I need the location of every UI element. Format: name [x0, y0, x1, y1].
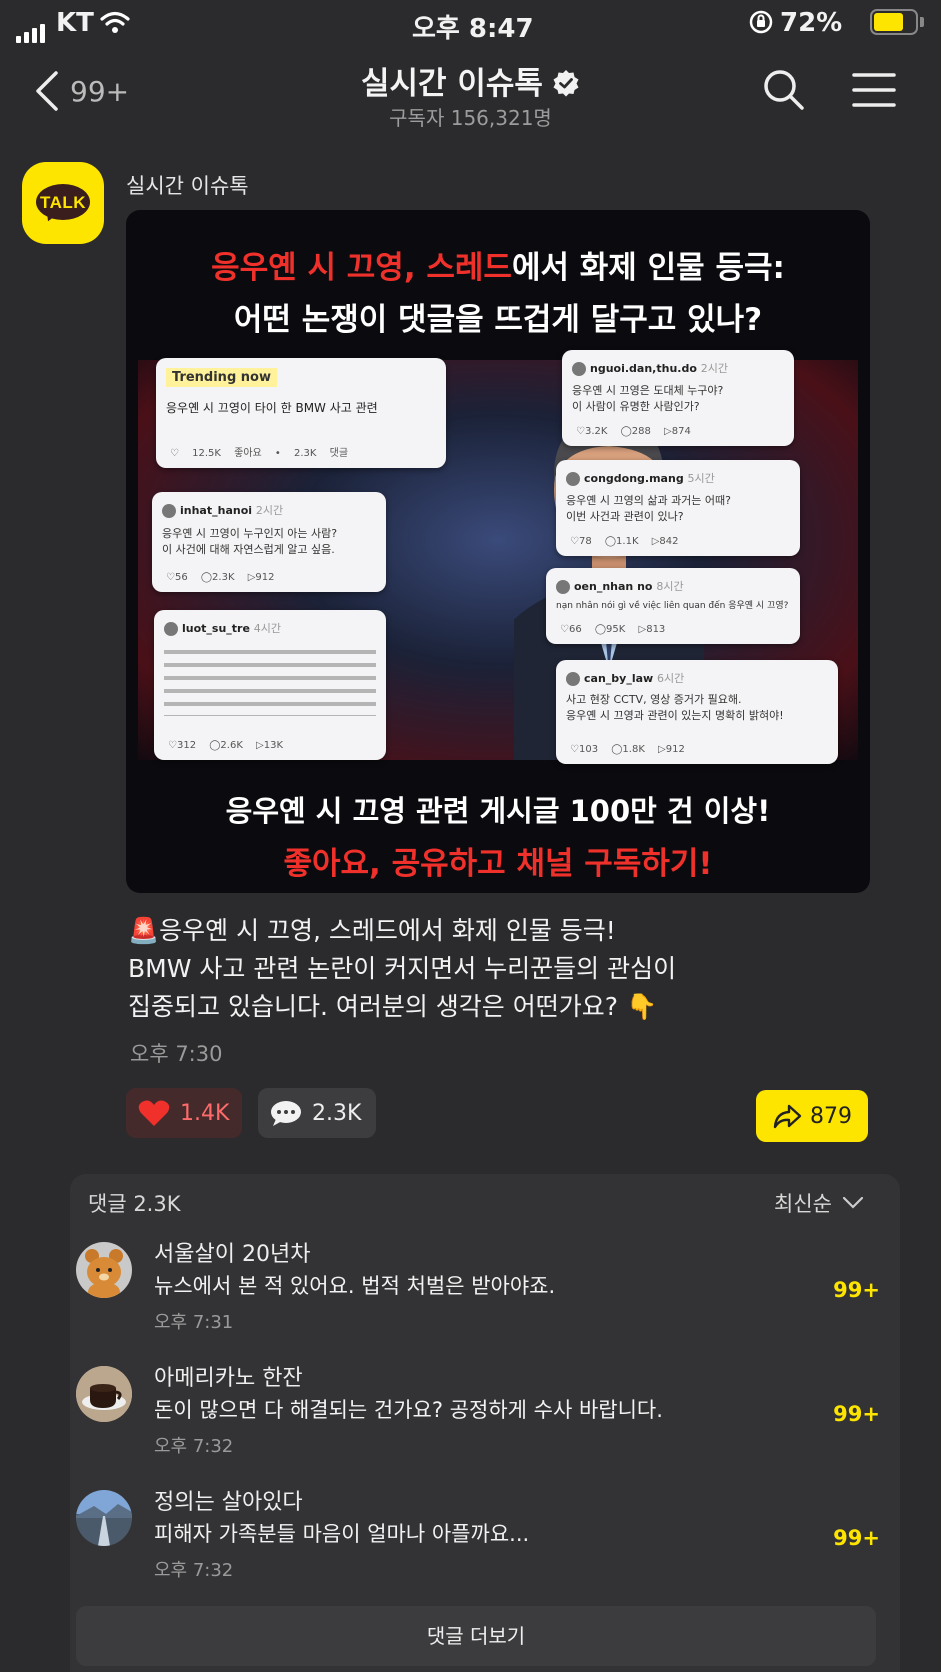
post-time: 오후 7:30 — [130, 1042, 223, 1066]
trending-tag: Trending now — [166, 368, 277, 387]
like-count: 1.4K — [180, 1100, 230, 1126]
battery-icon — [870, 9, 918, 35]
mini-post: luot_su_tre 4시간 ♡312 ◯2.6K ▷13K — [154, 610, 386, 760]
menu-icon[interactable] — [852, 72, 896, 108]
reply-count[interactable]: 99+ — [833, 1402, 880, 1426]
status-bar: KT 오후 8:47 72% — [0, 0, 941, 46]
sort-dropdown[interactable]: 최신순 — [774, 1188, 864, 1218]
trending-stats: ♡ 12.5K 좋아요 • 2.3K 댓글 — [170, 448, 349, 459]
post-caption: 🚨응우옌 시 끄영, 스레드에서 화제 인물 등극! BMW 사고 관련 논란이… — [128, 916, 677, 1021]
comment-time: 오후 7:31 — [154, 1312, 234, 1333]
comment-text: 돈이 많으면 다 해결되는 건가요? 공정하게 수사 바랍니다. — [154, 1398, 663, 1422]
comment-time: 오후 7:32 — [154, 1436, 234, 1457]
share-arrow-icon — [773, 1104, 802, 1129]
mini-post: nguoi.dan,thu.do 2시간 응우옌 시 끄영은 도대체 누구야? … — [562, 350, 794, 446]
trending-text: 응우옌 시 끄영이 타이 한 BMW 사고 관련 — [166, 401, 378, 415]
commenter-name: 정의는 살아있다 — [154, 1490, 303, 1515]
road-avatar — [76, 1490, 132, 1546]
share-count: 879 — [810, 1103, 852, 1129]
battery-percent: 72% — [780, 8, 843, 38]
trending-card: Trending now 응우옌 시 끄영이 타이 한 BMW 사고 관련 ♡ … — [156, 358, 446, 468]
reply-count[interactable]: 99+ — [833, 1526, 880, 1550]
headline-red: 응우옌 시 끄영, 스레드 — [211, 250, 512, 286]
channel-avatar[interactable]: TALK — [22, 162, 104, 244]
comment-text: 피해자 가족분들 마음이 얼마나 아플까요... — [154, 1522, 530, 1546]
comment-text: 뉴스에서 본 적 있어요. 법적 처벌은 받아야죠. — [154, 1274, 556, 1298]
channel-header: 99+ 실시간 이슈톡 구독자 156,321명 — [0, 52, 941, 140]
coffee-avatar — [76, 1366, 132, 1422]
post-image[interactable]: 응우옌 시 끄영, 스레드에서 화제 인물 등극: 어떤 논쟁이 댓글을 뜨겁게… — [126, 210, 870, 893]
channel-title: 실시간 이슈톡 — [360, 66, 543, 102]
comment-time: 오후 7:32 — [154, 1560, 234, 1581]
headline-white: 에서 화제 인물 등극: — [511, 250, 785, 286]
mini-post: inhat_hanoi 2시간 응우옌 시 끄영이 누구인지 아는 사람? 이 … — [152, 492, 386, 592]
comment-count: 2.3K — [312, 1100, 362, 1126]
verified-badge-icon — [553, 70, 579, 97]
like-button[interactable]: 1.4K — [126, 1088, 242, 1138]
wifi-icon — [100, 11, 130, 33]
chevron-down-icon — [842, 1196, 864, 1209]
comment-bubble-icon — [271, 1101, 301, 1126]
carrier: KT — [56, 8, 94, 38]
reply-count[interactable]: 99+ — [833, 1278, 880, 1302]
comments-header: 댓글 2.3K — [88, 1192, 181, 1216]
post-author[interactable]: 실시간 이슈톡 — [126, 170, 249, 200]
comment-item[interactable]: 서울살이 20년차 뉴스에서 본 적 있어요. 법적 처벌은 받아야죠. 오후 … — [70, 1236, 900, 1346]
card-bottom-line1: 응우옌 시 끄영 관련 게시글 100만 건 이상! — [225, 794, 771, 828]
mini-post: oen_nhan no 8시간 nạn nhân nói gì về việc … — [546, 568, 800, 644]
kakaotalk-logo: TALK — [39, 193, 87, 212]
siren-icon: 🚨 — [128, 916, 160, 945]
commenter-name: 아메리카노 한잔 — [154, 1366, 303, 1391]
mini-post: congdong.mang 5시간 응우옌 시 끄영의 삶과 과거는 어때? 이… — [556, 460, 800, 556]
search-icon[interactable] — [762, 68, 806, 112]
orientation-lock-icon — [749, 10, 773, 34]
bear-avatar — [76, 1242, 132, 1298]
blurred-text — [164, 646, 376, 716]
comment-button[interactable]: 2.3K — [258, 1088, 376, 1138]
mini-post: can_by_law 6시간 사고 현장 CCTV, 영상 증거가 필요해. 응… — [556, 660, 838, 764]
card-bottom-line2: 좋아요, 공유하고 채널 구독하기! — [283, 846, 713, 882]
clock: 오후 8:47 — [412, 14, 534, 44]
comment-item[interactable]: 정의는 살아있다 피해자 가족분들 마음이 얼마나 아플까요... 오후 7:3… — [70, 1484, 900, 1594]
commenter-name: 서울살이 20년차 — [154, 1242, 311, 1267]
headline-line2: 어떤 논쟁이 댓글을 뜨겁게 달구고 있나? — [233, 302, 763, 338]
share-button[interactable]: 879 — [756, 1090, 868, 1142]
comment-item[interactable]: 아메리카노 한잔 돈이 많으면 다 해결되는 건가요? 공정하게 수사 바랍니다… — [70, 1360, 900, 1470]
more-comments-button[interactable]: 댓글 더보기 — [76, 1606, 876, 1666]
heart-icon — [138, 1100, 170, 1126]
signal-icon — [16, 13, 48, 43]
comments-panel: 댓글 2.3K 최신순 서울살이 20년차 뉴스에서 본 적 있어요. 법적 처… — [70, 1174, 900, 1672]
